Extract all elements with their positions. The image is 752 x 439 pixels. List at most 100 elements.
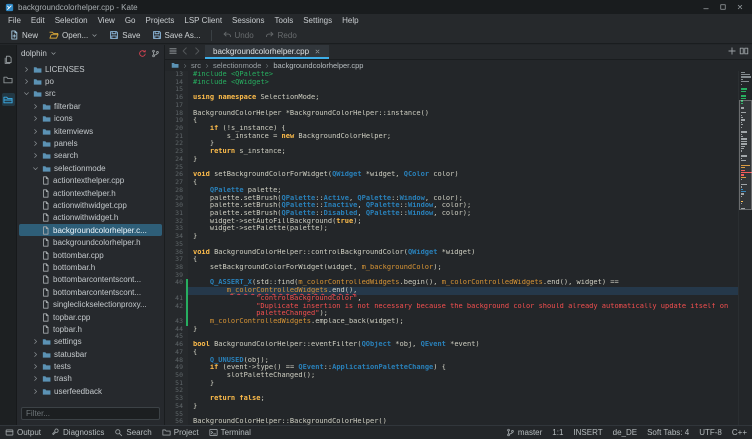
close-button[interactable]	[733, 2, 747, 13]
status-1-1[interactable]: 1:1	[552, 428, 563, 437]
status-search[interactable]: Search	[114, 428, 151, 437]
tree-item-actionwithwidget-cpp[interactable]: actionwithwidget.cpp	[19, 199, 162, 211]
chevron-right-icon[interactable]	[32, 363, 39, 370]
tab-backgroundcolorhelper-cpp[interactable]: backgroundcolorhelper.cpp	[205, 45, 329, 59]
tree-item-statusbar[interactable]: statusbar	[19, 348, 162, 360]
menu-tools[interactable]: Tools	[270, 16, 299, 25]
save-button[interactable]: Save	[104, 28, 145, 42]
status-soft-tabs-4[interactable]: Soft Tabs: 4	[647, 428, 689, 437]
maximize-button[interactable]	[716, 2, 730, 13]
menu-settings[interactable]: Settings	[298, 16, 337, 25]
status-diagnostics[interactable]: Diagnostics	[51, 428, 104, 437]
tree-item-panels[interactable]: panels	[19, 137, 162, 149]
new-tab-button[interactable]	[727, 46, 737, 58]
chevron-right-icon[interactable]	[32, 388, 39, 395]
git-branch-icon[interactable]	[151, 49, 160, 58]
tree-item-tests[interactable]: tests	[19, 360, 162, 372]
chevron-right-icon[interactable]	[32, 375, 39, 382]
tree-item-singleclickselectionproxy[interactable]: singleclickselectionproxy...	[19, 298, 162, 310]
status-terminal[interactable]: Terminal	[209, 428, 251, 437]
minimap-view-region[interactable]	[739, 100, 752, 210]
breadcrumb-item-backgroundcolorhelper-cpp[interactable]: backgroundcolorhelper.cpp	[273, 61, 363, 70]
status-project[interactable]: Project	[162, 428, 199, 437]
line-number[interactable]: 42	[165, 303, 188, 311]
tree-item-backgroundcolorhelper-h[interactable]: backgroundcolorhelper.h	[19, 236, 162, 248]
chevron-down-icon[interactable]	[23, 90, 30, 97]
chevron-right-icon[interactable]	[23, 66, 30, 73]
breadcrumb-item-selectionmode[interactable]: selectionmode	[213, 61, 261, 70]
code-view[interactable]: 13#include <QPalette>14#include <QWidget…	[165, 71, 738, 425]
save-as-button[interactable]: Save As...	[147, 28, 206, 42]
chevron-right-icon[interactable]	[32, 115, 39, 122]
chevron-right-icon[interactable]	[32, 140, 39, 147]
status-de-de[interactable]: de_DE	[613, 428, 637, 437]
split-view-button[interactable]	[739, 46, 749, 58]
filesystem-toolview-button[interactable]	[2, 73, 15, 86]
tree-item-icons[interactable]: icons	[19, 113, 162, 125]
project-toolview-button[interactable]	[2, 93, 15, 106]
tree-item-kitemviews[interactable]: kitemviews	[19, 125, 162, 137]
chevron-right-icon[interactable]	[23, 78, 30, 85]
tree-item-bottombar-cpp[interactable]: bottombar.cpp	[19, 249, 162, 261]
tree-item-trash[interactable]: trash	[19, 373, 162, 385]
status-output[interactable]: Output	[5, 428, 41, 437]
tree-item-bottombar-h[interactable]: bottombar.h	[19, 261, 162, 273]
tree-item-licenses[interactable]: LICENSES	[19, 63, 162, 75]
chevron-right-icon[interactable]	[32, 338, 39, 345]
chevron-right-icon[interactable]	[32, 128, 39, 135]
tree-item-filterbar[interactable]: filterbar	[19, 100, 162, 112]
documents-list-button[interactable]	[168, 46, 178, 58]
menu-sessions[interactable]: Sessions	[227, 16, 269, 25]
tree-item-search[interactable]: search	[19, 150, 162, 162]
code-line: 30 palette.setBrush(QPalette::Inactive, …	[165, 202, 738, 210]
status-insert[interactable]: INSERT	[573, 428, 602, 437]
nav-back-button[interactable]	[180, 46, 190, 58]
open-button[interactable]: Open...	[44, 28, 103, 42]
code-area: 13#include <QPalette>14#include <QWidget…	[165, 71, 752, 425]
documents-toolview-button[interactable]	[2, 53, 15, 66]
tree-item-topbar-cpp[interactable]: topbar.cpp	[19, 311, 162, 323]
menu-edit[interactable]: Edit	[26, 16, 50, 25]
project-selector[interactable]: dolphin	[21, 49, 135, 58]
menu-selection[interactable]: Selection	[50, 16, 93, 25]
line-number[interactable]: 56	[165, 418, 188, 425]
tree-item-bottombarcontentscont[interactable]: bottombarcontentscont...	[19, 274, 162, 286]
redo-button[interactable]: Redo	[260, 28, 302, 42]
status-c[interactable]: C++	[732, 428, 747, 437]
menu-help[interactable]: Help	[337, 16, 363, 25]
chevron-right-icon[interactable]	[32, 152, 39, 159]
menu-view[interactable]: View	[93, 16, 120, 25]
menu-lsp-client[interactable]: LSP Client	[179, 16, 227, 25]
nav-forward-button[interactable]	[192, 46, 202, 58]
tree-item-po[interactable]: po	[19, 75, 162, 87]
minimap-scrollbar[interactable]	[738, 71, 752, 425]
menu-file[interactable]: File	[3, 16, 26, 25]
menu-projects[interactable]: Projects	[140, 16, 179, 25]
refresh-icon[interactable]	[138, 49, 147, 58]
tree-item-userfeedback[interactable]: userfeedback	[19, 385, 162, 397]
status-master[interactable]: master	[506, 428, 542, 437]
tree-item-actiontexthelper-h[interactable]: actiontexthelper.h	[19, 187, 162, 199]
code-line: 51 }	[165, 380, 738, 388]
filter-input[interactable]	[21, 407, 160, 420]
tree-item-topbar-h[interactable]: topbar.h	[19, 323, 162, 335]
tree-item-actiontexthelper-cpp[interactable]: actiontexthelper.cpp	[19, 175, 162, 187]
minimize-button[interactable]	[699, 2, 713, 13]
tree-item-selectionmode[interactable]: selectionmode	[19, 162, 162, 174]
new-button[interactable]: New	[4, 28, 43, 42]
undo-button[interactable]: Undo	[217, 28, 259, 42]
tree-item-src[interactable]: src	[19, 88, 162, 100]
line-number[interactable]: 40	[165, 279, 188, 287]
tree-item-bottombarcontentscont[interactable]: bottombarcontentscont...	[19, 286, 162, 298]
menu-go[interactable]: Go	[120, 16, 141, 25]
chevron-down-icon[interactable]	[32, 165, 39, 172]
close-icon[interactable]	[314, 48, 321, 55]
status-utf-8[interactable]: UTF-8	[699, 428, 722, 437]
chevron-right-icon[interactable]	[32, 351, 39, 358]
tree-item-settings[interactable]: settings	[19, 336, 162, 348]
breadcrumb-item-src[interactable]: src	[191, 61, 201, 70]
chevron-right-icon[interactable]	[32, 103, 39, 110]
tree-item-actionwithwidget-h[interactable]: actionwithwidget.h	[19, 212, 162, 224]
breadcrumb-root-icon	[171, 61, 179, 71]
tree-item-backgroundcolorhelper-c[interactable]: backgroundcolorhelper.c...	[19, 224, 162, 236]
